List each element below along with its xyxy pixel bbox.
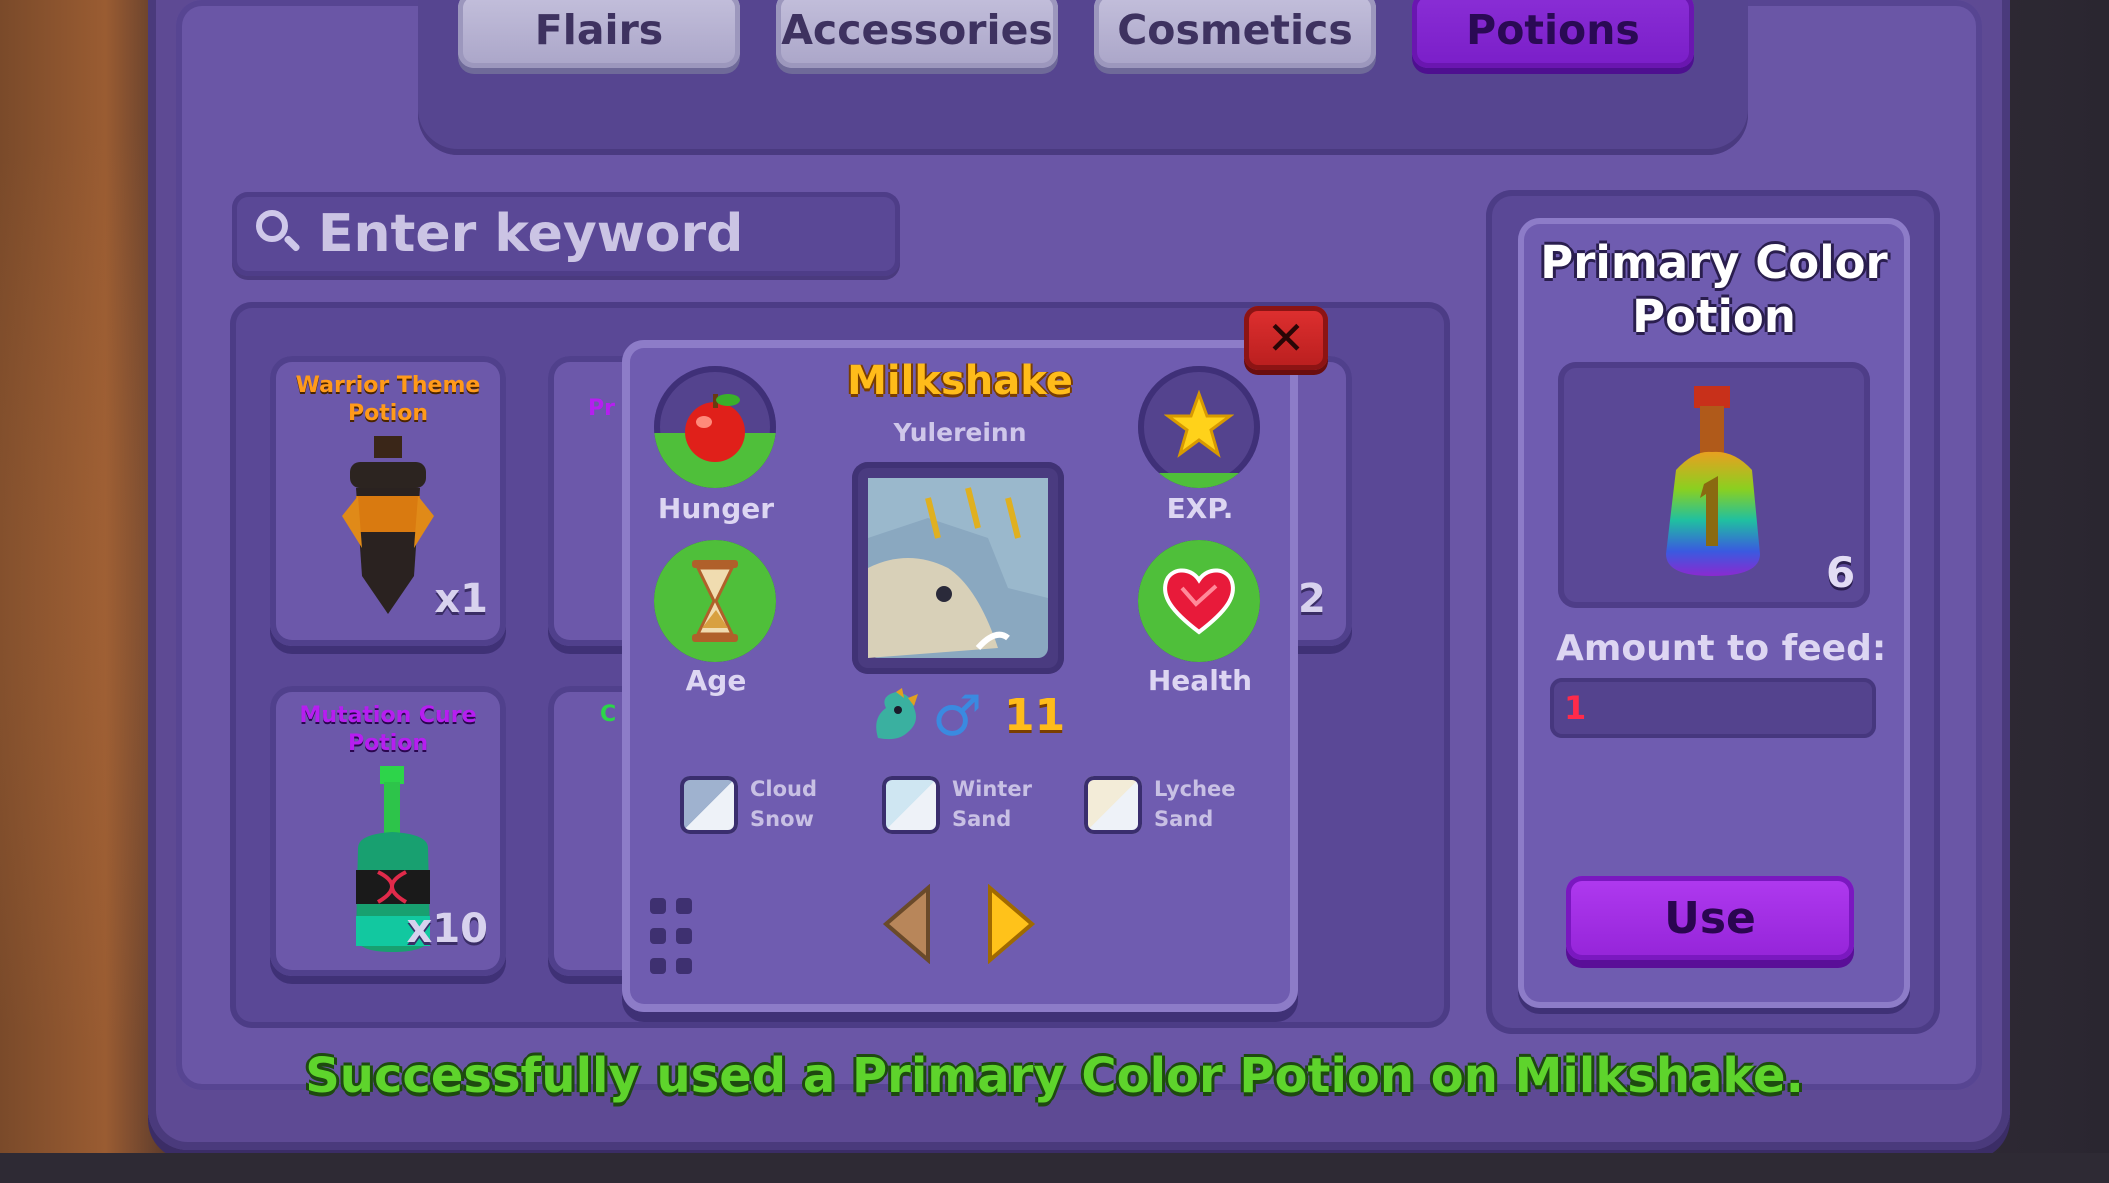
health-meter xyxy=(1138,540,1260,662)
color-swatch-cloud-snow xyxy=(680,776,738,834)
potion-title-line: Potion xyxy=(1632,290,1796,343)
tab-label: Cosmetics xyxy=(1117,6,1353,54)
item-count: x1 xyxy=(434,576,488,622)
health-label: Health xyxy=(1147,664,1253,697)
color-swatch-lychee-sand xyxy=(1084,776,1142,834)
dragon-icon xyxy=(876,688,918,740)
close-icon: ✕ xyxy=(1266,311,1306,365)
pet-level: 11 xyxy=(1004,690,1066,741)
color-label-line: Snow xyxy=(750,807,814,831)
apple-icon xyxy=(685,394,745,462)
item-name-partial: C xyxy=(600,702,617,727)
tab-bar: Flairs Accessories Cosmetics Potions xyxy=(418,0,1748,155)
item-card-warrior-theme-potion[interactable]: Warrior Theme Potion x1 xyxy=(270,356,506,646)
success-message: Successfully used a Primary Color Potion… xyxy=(305,1048,1804,1104)
exp-meter xyxy=(1138,366,1260,488)
hunger-meter xyxy=(654,366,776,488)
heart-icon xyxy=(1163,568,1235,635)
amount-input[interactable] xyxy=(1550,678,1876,738)
exp-fill xyxy=(1138,473,1260,488)
potion-title-line: Primary Color xyxy=(1540,236,1888,289)
item-name-line: Mutation Cure xyxy=(299,703,477,728)
item-count-partial: 2 xyxy=(1298,576,1326,622)
hunger-label: Hunger xyxy=(657,492,775,525)
tab-flairs[interactable]: Flairs xyxy=(458,0,740,68)
color-swatch-winter-sand xyxy=(882,776,940,834)
tab-label: Potions xyxy=(1466,6,1640,54)
search-icon xyxy=(256,210,304,258)
color-label-line: Winter xyxy=(952,777,1032,801)
pet-portrait xyxy=(852,462,1064,674)
color-label-line: Cloud xyxy=(750,777,818,801)
bottom-shadow xyxy=(0,1153,2109,1183)
tab-cosmetics[interactable]: Cosmetics xyxy=(1094,0,1376,68)
age-meter xyxy=(654,540,776,662)
grid-menu-icon[interactable] xyxy=(650,898,694,978)
search-bar xyxy=(232,192,900,276)
item-name-partial: Pr xyxy=(588,396,615,421)
exp-label: EXP. xyxy=(1166,492,1234,525)
item-count: x10 xyxy=(406,906,488,952)
tab-potions[interactable]: Potions xyxy=(1412,0,1694,68)
tab-accessories[interactable]: Accessories xyxy=(776,0,1058,68)
color-label: Cloud Snow xyxy=(750,774,817,834)
item-name: Mutation Cure Potion xyxy=(270,702,506,758)
item-name-line: Warrior Theme xyxy=(295,373,481,398)
color-label: Lychee Sand xyxy=(1154,774,1236,834)
male-icon: ♂ xyxy=(932,684,983,749)
primary-color-potion-icon xyxy=(1666,386,1760,576)
potion-preview xyxy=(1558,362,1870,608)
amount-label: Amount to feed: xyxy=(1556,628,1887,669)
use-button-label: Use xyxy=(1664,892,1756,944)
color-label: Winter Sand xyxy=(952,774,1032,834)
next-arrow-icon[interactable] xyxy=(986,884,1036,964)
potion-count: 6 xyxy=(1826,548,1856,597)
tab-label: Accessories xyxy=(781,6,1053,54)
pet-portrait-image xyxy=(868,478,1048,658)
item-card-mutation-cure-potion[interactable]: Mutation Cure Potion x10 xyxy=(270,686,506,976)
search-input[interactable] xyxy=(316,203,900,265)
age-label: Age xyxy=(685,664,747,697)
warrior-potion-icon xyxy=(342,436,434,614)
color-label-line: Sand xyxy=(952,807,1012,831)
star-icon xyxy=(1164,390,1234,458)
item-name: Warrior Theme Potion xyxy=(270,372,506,428)
hourglass-icon xyxy=(692,560,738,642)
use-button[interactable]: Use xyxy=(1566,876,1854,960)
potion-title: Primary Color Potion xyxy=(1518,236,1910,344)
item-name-line: Potion xyxy=(347,731,429,756)
prev-arrow-icon[interactable] xyxy=(882,884,932,964)
item-name-line: Potion xyxy=(347,401,429,426)
color-label-line: Sand xyxy=(1154,807,1214,831)
color-label-line: Lychee xyxy=(1154,777,1236,801)
tab-label: Flairs xyxy=(534,6,664,54)
